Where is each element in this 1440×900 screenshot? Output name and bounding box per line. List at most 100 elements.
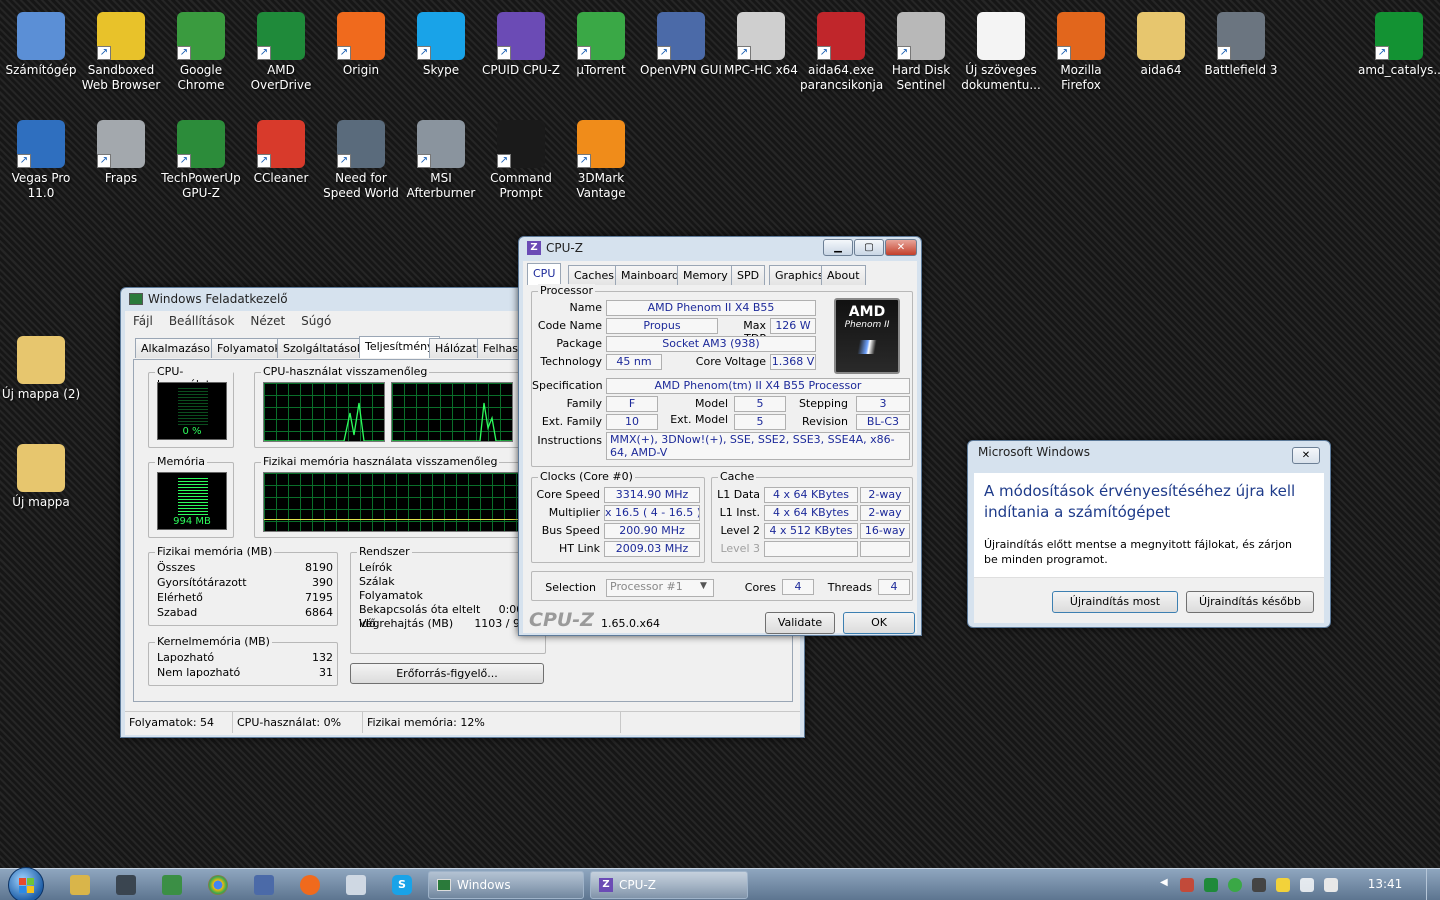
tab-processes[interactable]: Folyamatok — [211, 338, 287, 358]
cpuz-minimize-button[interactable]: ▁ — [823, 239, 853, 256]
desktop-icon[interactable]: ↗ Need for Speed World — [320, 114, 402, 201]
tray-action-center-icon[interactable] — [1276, 878, 1290, 892]
chrome-taskbar-icon[interactable] — [208, 875, 228, 895]
resource-monitor-button[interactable]: Erőforrás-figyelő... — [350, 663, 544, 684]
cache-size-value: 4 x 512 KBytes — [764, 523, 858, 539]
taskbar-task-task-manager[interactable]: Windows Feladatkez... — [428, 871, 584, 899]
desktop-icon[interactable]: ↗ amd_catalys... — [1358, 6, 1440, 78]
desktop-icon[interactable]: Új mappa (2) — [0, 330, 82, 402]
desktop-icon[interactable]: ↗ Google Chrome — [160, 6, 242, 93]
menu-view[interactable]: Nézet — [250, 311, 285, 331]
tray-utorrent-icon[interactable] — [1228, 878, 1242, 892]
desktop-icon[interactable]: ↗ Vegas Pro 11.0 — [0, 114, 82, 201]
amd-catalyst-icon: ↗ — [1375, 12, 1423, 60]
stat-row: Leírók13 — [359, 561, 541, 575]
tray-volume-icon[interactable] — [1324, 878, 1338, 892]
origin-taskbar-icon[interactable] — [300, 875, 320, 895]
desktop-icon[interactable]: ↗ AMD OverDrive — [240, 6, 322, 93]
desktop-icon[interactable]: ↗ OpenVPN GUI — [640, 6, 722, 78]
tab-services[interactable]: Szolgáltatások — [277, 338, 370, 358]
nfs-world-taskbar-icon[interactable] — [116, 875, 136, 895]
tab-performance[interactable]: Teljesítmény — [359, 336, 440, 358]
core-speed-value: 3314.90 MHz — [604, 487, 700, 503]
tab-about[interactable]: About — [821, 265, 866, 285]
tab-networking[interactable]: Hálózat — [429, 338, 483, 358]
desktop-icon[interactable]: ↗ aida64.exe parancsikonja — [800, 6, 883, 93]
cache-level-label: Level 3 — [720, 542, 760, 555]
skype-taskbar-icon[interactable]: S — [392, 875, 412, 895]
shortcut-arrow-icon: ↗ — [17, 154, 31, 168]
calculator-icon[interactable] — [346, 875, 366, 895]
taskbar-clock[interactable]: 13:41 — [1360, 877, 1410, 891]
tray-flag-icon[interactable] — [1300, 878, 1314, 892]
stat-row: Szálak — [359, 575, 541, 589]
menu-help[interactable]: Súgó — [301, 311, 331, 331]
instructions-label: Instructions — [537, 434, 602, 447]
validate-button[interactable]: Validate — [765, 612, 835, 634]
cpuz-maximize-button[interactable]: ▢ — [854, 239, 884, 256]
cache-level-label: Level 2 — [720, 524, 760, 537]
dialog-close-button[interactable]: ✕ — [1292, 447, 1320, 464]
desktop-icon[interactable]: ↗ Mozilla Firefox — [1040, 6, 1122, 93]
start-button[interactable] — [8, 867, 44, 900]
cache-level-label: L1 Data — [717, 488, 760, 501]
logo-sub: Phenom II — [844, 320, 890, 330]
tray-afterburner-icon[interactable] — [1252, 878, 1266, 892]
desktop-icon[interactable]: ↗ Command Prompt — [480, 114, 562, 201]
menu-file[interactable]: Fájl — [133, 311, 153, 331]
explorer-icon[interactable] — [70, 875, 90, 895]
restart-now-button[interactable]: Újraindítás most — [1052, 591, 1178, 613]
desktop-icon[interactable]: ↗ Sandboxed Web Browser — [80, 6, 162, 93]
max-tdp-value: 126 W — [770, 318, 816, 334]
tab-caches[interactable]: Caches — [568, 265, 620, 285]
ok-button[interactable]: OK — [843, 612, 915, 634]
tray-arrow-icon[interactable]: ◀ — [1160, 877, 1168, 888]
desktop-icon[interactable]: aida64 — [1120, 6, 1202, 78]
technology-label: Technology — [540, 355, 602, 368]
desktop-icon[interactable]: Számítógép — [0, 6, 82, 78]
tab-memory[interactable]: Memory — [677, 265, 734, 285]
cache-assoc-value: 16-way — [860, 523, 910, 539]
tab-applications[interactable]: Alkalmazások — [135, 338, 223, 358]
desktop-icon-label: aida64 — [1140, 63, 1182, 77]
desktop-icon[interactable]: ↗ Origin — [320, 6, 402, 78]
desktop-icon-label: Sandboxed Web Browser — [81, 63, 161, 92]
cache-size-value: 4 x 64 KBytes — [764, 487, 858, 503]
restart-dialog: Microsoft Windows ✕ A módosítások érvény… — [967, 440, 1331, 628]
desktop-icon[interactable]: ↗ TechPowerUp GPU-Z — [160, 114, 242, 201]
desktop-icon[interactable]: ↗ µTorrent — [560, 6, 642, 78]
desktop-icon[interactable]: ↗ CCleaner — [240, 114, 322, 186]
tab-spd[interactable]: SPD — [731, 265, 766, 285]
desktop-icon[interactable]: ↗ MPC-HC x64 — [720, 6, 802, 78]
restart-later-button[interactable]: Újraindítás később — [1186, 591, 1314, 613]
name-label: Name — [569, 301, 602, 314]
selection-dropdown[interactable]: Processor #1 — [606, 579, 714, 597]
desktop-icon[interactable]: ↗ 3DMark Vantage — [560, 114, 642, 201]
openvpn-taskbar-icon[interactable] — [254, 875, 274, 895]
chevron-down-icon[interactable]: ▼ — [700, 581, 707, 591]
show-desktop-button[interactable] — [1426, 869, 1440, 900]
tab-mainboard[interactable]: Mainboard — [615, 265, 686, 285]
desktop-icon[interactable]: ↗ Hard Disk Sentinel — [880, 6, 962, 93]
taskbar-task-cpuz[interactable]: Z CPU-Z — [590, 871, 748, 899]
bus-speed-value: 200.90 MHz — [604, 523, 700, 539]
tray-amd-icon[interactable] — [1204, 878, 1218, 892]
tray-network-icon[interactable] — [1180, 878, 1194, 892]
menu-options[interactable]: Beállítások — [169, 311, 235, 331]
cache-group: Cache L1 Data 4 x 64 KBytes 2-way L1 Inst. 4… — [711, 470, 913, 563]
desktop-icon[interactable]: ↗ Fraps — [80, 114, 162, 186]
desktop-icon[interactable]: Új szöveges dokumentu... — [960, 6, 1042, 93]
desktop-icon[interactable]: ↗ Battlefield 3 — [1200, 6, 1282, 78]
restart-dialog-titlebar[interactable]: Microsoft Windows — [968, 441, 1330, 463]
desktop-icon[interactable]: ↗ Skype — [400, 6, 482, 78]
cache-level-label: L1 Inst. — [719, 506, 760, 519]
restart-heading: A módosítások érvényesítéséhez újra kell… — [984, 482, 1296, 521]
cpuz-close-button[interactable]: ✕ — [885, 239, 917, 256]
desktop-icon-label: Google Chrome — [177, 63, 225, 92]
desktop-icon[interactable]: ↗ CPUID CPU-Z — [480, 6, 562, 78]
desktop-icon[interactable]: ↗ MSI Afterburner — [400, 114, 482, 201]
tab-cpu[interactable]: CPU — [527, 263, 562, 285]
desktop-icon[interactable]: Új mappa — [0, 438, 82, 510]
gpuz-taskbar-icon[interactable] — [162, 875, 182, 895]
cpuz-title: CPU-Z — [546, 241, 583, 255]
